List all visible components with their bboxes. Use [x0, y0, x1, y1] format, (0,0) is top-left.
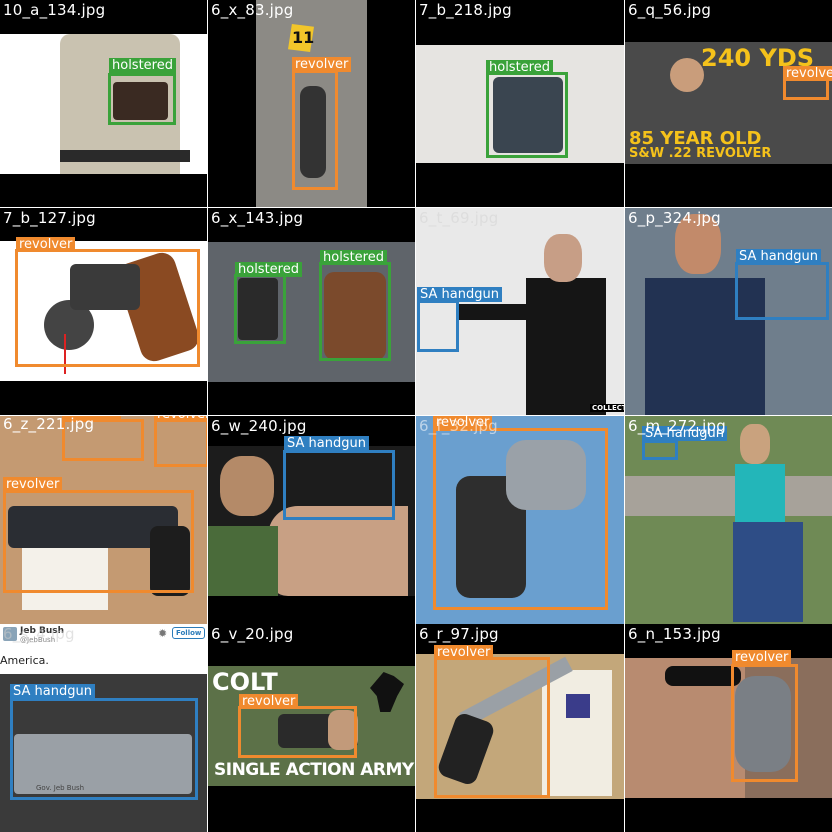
file-name: 6_f_32.jpg [419, 417, 498, 435]
file-name: 6_t_69.jpg [419, 209, 499, 227]
detection-label: holstered [320, 250, 387, 265]
detection-label: revolver [292, 57, 352, 72]
file-name: 6_s_4.jpg [3, 625, 75, 643]
detection-label: revolver [783, 66, 832, 81]
detection-grid: holstered 10_a_134.jpg 11 revolver 6_x_8… [0, 0, 832, 832]
figure-arm [456, 304, 536, 320]
detection-box [735, 262, 829, 320]
detection-label: revolver [154, 416, 207, 422]
detection-box [417, 300, 459, 352]
tile-14: COLT revolver SINGLE ACTION ARMY 6_v_20.… [208, 624, 415, 832]
tile-1: holstered 10_a_134.jpg [0, 0, 207, 207]
detection-box [319, 262, 391, 361]
title-top: COLT [212, 668, 278, 696]
detection-box [15, 249, 200, 367]
file-name: 10_a_134.jpg [3, 1, 106, 19]
belt [60, 150, 190, 162]
fence [625, 476, 832, 516]
file-name: 6_x_83.jpg [211, 1, 294, 19]
detection-box [3, 490, 194, 593]
detection-label: SA handgun [10, 684, 95, 699]
woman-top [735, 464, 785, 524]
file-name: 6_p_324.jpg [628, 209, 721, 227]
detection-box [283, 450, 395, 520]
detection-label: revolver [3, 477, 63, 492]
tile-12: SA handgun 6_m_272.jpg [625, 416, 832, 624]
woman-jeans [733, 522, 803, 622]
detection-box [434, 657, 550, 798]
detection-box [108, 73, 176, 125]
tile-3: holstered 7_b_218.jpg [416, 0, 624, 207]
shooter-head [220, 456, 274, 516]
file-name: 6_v_20.jpg [211, 625, 294, 643]
woman-head [740, 424, 770, 464]
detection-box [486, 72, 568, 158]
tile-15: revolver 6_r_97.jpg [416, 624, 624, 832]
file-name: 6_x_143.jpg [211, 209, 304, 227]
settings-icon: ✹ [158, 627, 168, 640]
evidence-marker-number: 11 [292, 28, 315, 47]
tile-9: revolver revolver revolver 6_z_221.jpg [0, 416, 207, 624]
detection-label: revolver [239, 694, 299, 709]
detection-box [10, 698, 198, 800]
detection-label: revolver [16, 237, 76, 252]
title-bottom: SINGLE ACTION ARMY [214, 760, 414, 780]
file-name: 7_b_127.jpg [3, 209, 96, 227]
shooter-head [670, 58, 704, 92]
tile-8: SA handgun 6_p_324.jpg [625, 208, 832, 415]
tile-4: 240 YDS 85 YEAR OLD S&W .22 REVOLVER rev… [625, 0, 832, 207]
watermark: COLLECTOR [590, 404, 624, 412]
follow-button[interactable]: Follow [172, 627, 206, 639]
file-name: 6_q_56.jpg [628, 1, 712, 19]
detection-box [292, 70, 338, 190]
file-name: 6_z_221.jpg [3, 416, 95, 433]
detection-box [238, 706, 357, 758]
tile-13: Jeb Bush @JebBush ✹ Follow America. Gov.… [0, 624, 207, 832]
detection-label: SA handgun [417, 287, 502, 302]
tile-2: 11 revolver 6_x_83.jpg [208, 0, 415, 207]
tweet-text: America. [0, 654, 49, 667]
banner-bottom-2: S&W .22 REVOLVER [629, 146, 772, 161]
detection-label: SA handgun [284, 436, 369, 451]
detection-box [783, 78, 829, 100]
target-paper [542, 670, 612, 796]
detection-box [154, 419, 207, 467]
file-name: 6_n_153.jpg [628, 625, 721, 643]
detection-box [731, 664, 798, 782]
tile-7: SA handgun COLLECTOR 6_t_69.jpg [416, 208, 624, 415]
detection-label: SA handgun [736, 249, 821, 264]
target-center [566, 694, 590, 718]
file-name: 6_r_97.jpg [419, 625, 499, 643]
file-name: 6_m_272.jpg [628, 417, 726, 435]
detection-label: holstered [235, 262, 302, 277]
file-name: 7_b_218.jpg [419, 1, 512, 19]
sunglasses [665, 666, 741, 686]
tile-10: SA handgun 6_w_240.jpg [208, 416, 415, 624]
detection-box [433, 428, 608, 610]
tile-6: holstered holstered 6_x_143.jpg [208, 208, 415, 415]
tile-16: revolver 6_n_153.jpg [625, 624, 832, 832]
detection-label: holstered [486, 60, 553, 75]
tile-5: revolver 7_b_127.jpg [0, 208, 207, 415]
figure-head [544, 234, 582, 282]
file-name: 6_w_240.jpg [211, 417, 307, 435]
detection-label: revolver [732, 650, 792, 665]
detection-label: holstered [109, 58, 176, 73]
figure-suit [526, 278, 606, 415]
tile-11: revolver 6_f_32.jpg [416, 416, 624, 624]
shooter-shirt [208, 526, 278, 596]
detection-label: revolver [434, 645, 494, 660]
detection-box [642, 440, 678, 460]
detection-box [234, 274, 286, 344]
